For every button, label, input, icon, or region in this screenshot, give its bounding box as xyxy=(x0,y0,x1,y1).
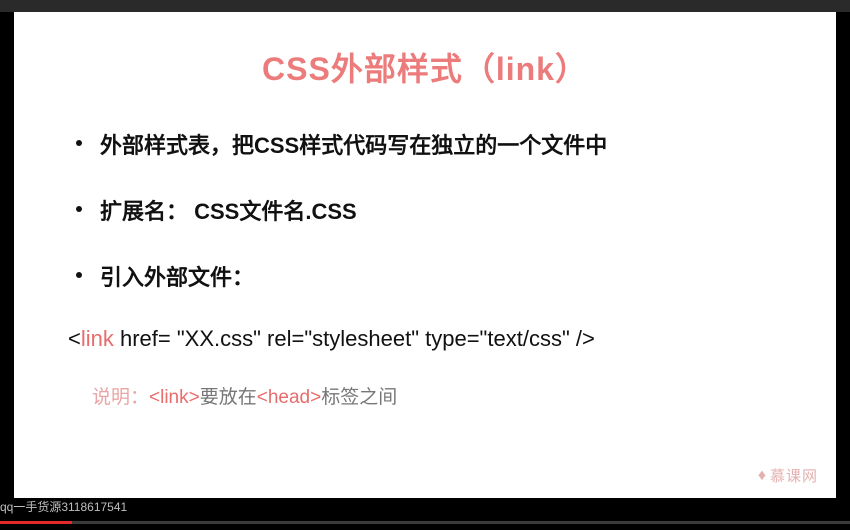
code-rest: href= "XX.css" rel="stylesheet" type="te… xyxy=(114,326,595,351)
player-bar: qq一手货源3118617541 xyxy=(0,498,850,530)
code-bracket: < xyxy=(68,326,81,351)
note-mid: 要放在 xyxy=(200,387,257,408)
code-keyword: link xyxy=(81,326,114,351)
bullet-text: 扩展名： CSS文件名.CSS xyxy=(100,194,357,226)
top-bar xyxy=(0,0,850,12)
bullet-text: 引入外部文件： xyxy=(100,260,254,292)
note-tag2: <head> xyxy=(257,387,321,408)
note-line: 说明：<link>要放在<head>标签之间 xyxy=(92,382,786,409)
note-tag1: <link> xyxy=(149,387,200,408)
bullet-item: 引入外部文件： xyxy=(64,260,786,292)
bullet-item: 外部样式表，把CSS样式代码写在独立的一个文件中 xyxy=(64,128,786,160)
qq-watermark: qq一手货源3118617541 xyxy=(0,498,127,515)
slide-content: CSS外部样式（link） 外部样式表，把CSS样式代码写在独立的一个文件中 扩… xyxy=(14,12,836,498)
bullet-dot-icon xyxy=(76,272,82,278)
code-example: <link href= "XX.css" rel="stylesheet" ty… xyxy=(68,326,786,352)
bullet-item: 扩展名： CSS文件名.CSS xyxy=(64,194,786,226)
flame-icon: ♦ xyxy=(758,467,767,485)
note-prefix: 说明： xyxy=(92,387,149,408)
progress-track[interactable] xyxy=(0,521,850,524)
note-suffix: 标签之间 xyxy=(321,387,397,408)
slide-title: CSS外部样式（link） xyxy=(64,44,786,90)
bullet-text: 外部样式表，把CSS样式代码写在独立的一个文件中 xyxy=(100,128,607,160)
progress-fill xyxy=(0,521,72,524)
brand-text: 慕课网 xyxy=(770,465,818,486)
bullet-dot-icon xyxy=(76,140,82,146)
brand-watermark: ♦ 慕课网 xyxy=(758,465,818,486)
bullet-dot-icon xyxy=(76,206,82,212)
